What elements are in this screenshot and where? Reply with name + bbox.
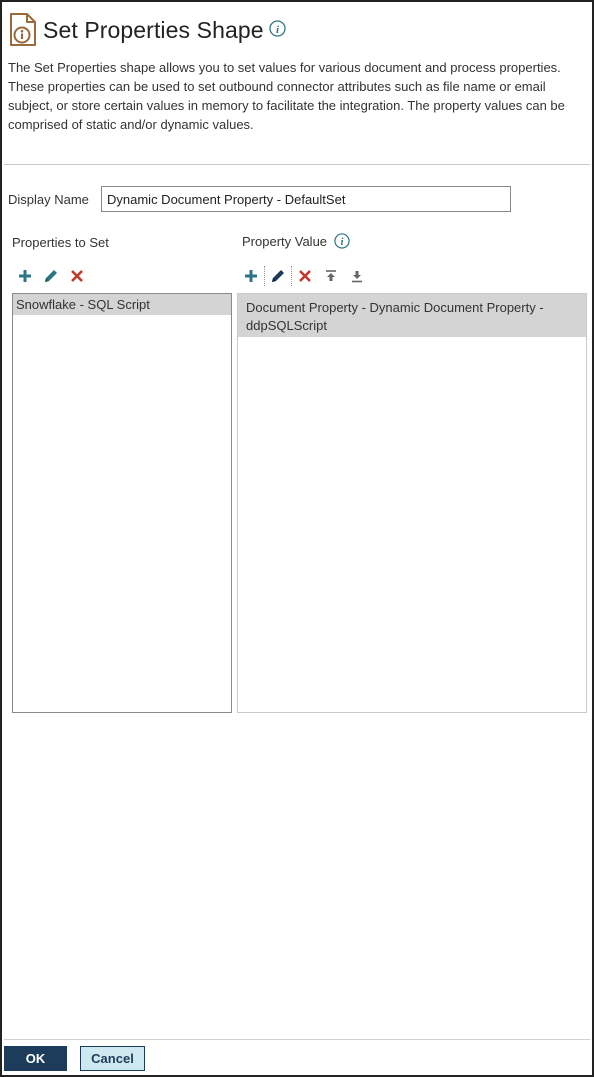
delete-icon [299,270,311,282]
document-info-icon [10,13,36,46]
toolbar-separator [264,266,265,286]
move-top-icon [326,270,336,281]
add-value-button[interactable] [242,267,260,285]
delete-value-button[interactable] [296,267,314,285]
property-value-header: Property Value i [242,233,350,249]
footer-divider [4,1039,590,1040]
toolbar-separator [291,266,292,286]
edit-icon [45,270,57,282]
edit-property-button[interactable] [42,267,60,285]
property-value-toolbar [242,266,374,286]
display-name-label: Display Name [8,192,89,207]
properties-to-set-label: Properties to Set [12,235,109,250]
properties-toolbar [16,266,94,286]
delete-icon [71,270,83,282]
dialog-description: The Set Properties shape allows you to s… [8,60,565,132]
info-icon[interactable]: i [268,19,286,37]
edit-value-button[interactable] [269,267,287,285]
ok-button[interactable]: OK [4,1046,67,1071]
display-name-input[interactable] [101,186,511,212]
info-icon[interactable]: i [334,233,350,249]
svg-text:i: i [341,237,344,248]
dialog-title: Set Properties Shape [43,16,264,43]
list-item[interactable]: Document Property - Dynamic Document Pro… [238,294,586,337]
add-icon [245,270,257,282]
list-item[interactable]: Snowflake - SQL Script [13,294,231,315]
dialog-header: Set Properties Shape i [8,12,286,48]
move-bottom-icon [352,271,362,283]
set-properties-dialog: Set Properties Shape i The Set Propertie… [0,0,594,1077]
property-value-list[interactable]: Document Property - Dynamic Document Pro… [237,293,587,713]
header-divider [4,164,590,165]
cancel-button[interactable]: Cancel [80,1046,145,1071]
move-bottom-button[interactable] [348,267,366,285]
property-value-label: Property Value [242,233,328,249]
properties-list[interactable]: Snowflake - SQL Script [12,293,232,713]
add-icon [19,270,31,282]
add-property-button[interactable] [16,267,34,285]
move-top-button[interactable] [322,267,340,285]
delete-property-button[interactable] [68,267,86,285]
edit-icon [272,270,284,282]
